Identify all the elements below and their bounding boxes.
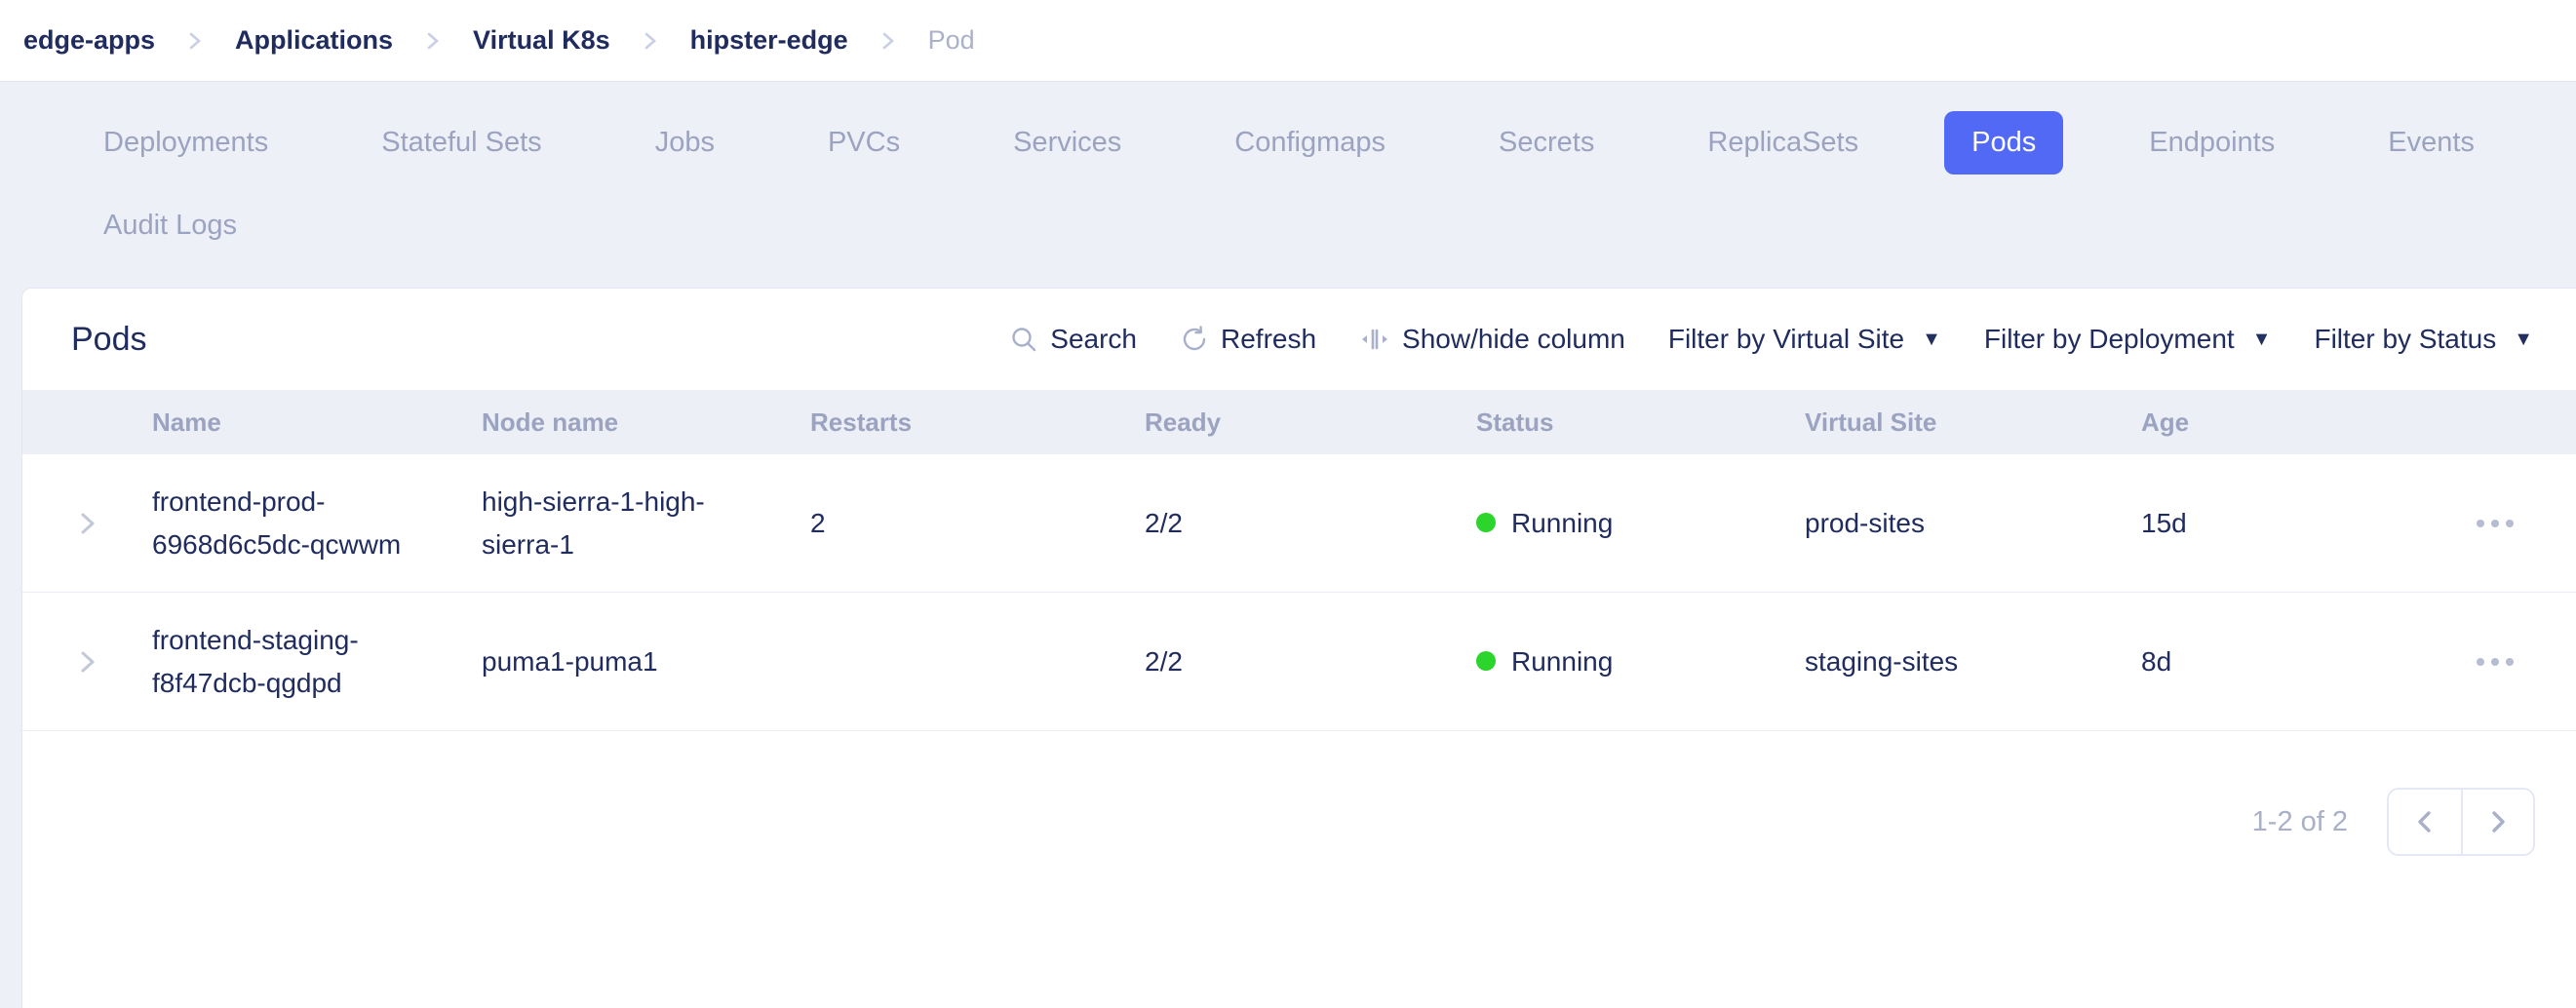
column-header-node-name: Node name: [482, 407, 810, 438]
row-menu-ellipsis-icon[interactable]: [2473, 648, 2517, 676]
caret-down-icon: ▼: [2252, 329, 2272, 351]
tab-replicasets[interactable]: ReplicaSets: [1680, 111, 1886, 174]
breadcrumb-bar: edge-apps Applications Virtual K8s hipst…: [0, 0, 2576, 82]
filter-deployment-dropdown[interactable]: Filter by Deployment ▼: [1984, 324, 2272, 355]
tab-stateful-sets[interactable]: Stateful Sets: [354, 111, 568, 174]
breadcrumb-item-edge-apps[interactable]: edge-apps: [23, 25, 155, 56]
cell-node-name: high-sierra-1-high-sierra-1: [482, 457, 810, 589]
column-header-name: Name: [152, 407, 482, 438]
page-title: Pods: [71, 321, 147, 359]
tab-endpoints[interactable]: Endpoints: [2122, 111, 2302, 174]
cell-restarts: [810, 639, 1145, 685]
search-button[interactable]: Search: [1009, 324, 1137, 355]
tab-jobs[interactable]: Jobs: [628, 111, 742, 174]
previous-page-button[interactable]: [2389, 790, 2461, 854]
pagination: 1-2 of 2: [22, 731, 2576, 856]
row-actions: [2409, 510, 2576, 537]
tab-secrets[interactable]: Secrets: [1471, 111, 1621, 174]
search-icon: [1009, 325, 1038, 354]
expand-row-chevron-icon[interactable]: [22, 647, 152, 677]
refresh-label: Refresh: [1221, 324, 1316, 355]
tab-configmaps[interactable]: Configmaps: [1207, 111, 1413, 174]
tab-audit-logs[interactable]: Audit Logs: [76, 194, 264, 257]
table-header-row: Name Node name Restarts Ready Status Vir…: [22, 390, 2576, 454]
tab-events[interactable]: Events: [2361, 111, 2502, 174]
filter-deployment-label: Filter by Deployment: [1984, 324, 2235, 355]
filter-virtual-site-label: Filter by Virtual Site: [1668, 324, 1904, 355]
table-toolbar: Search Refresh Show/hide column Filter b…: [1009, 324, 2533, 355]
breadcrumb-item-hipster-edge[interactable]: hipster-edge: [690, 25, 848, 56]
cell-status: Running: [1476, 479, 1805, 567]
chevron-right-icon: [881, 30, 895, 52]
cell-age: 8d: [2141, 617, 2409, 706]
expand-row-chevron-icon[interactable]: [22, 509, 152, 538]
tab-services[interactable]: Services: [986, 111, 1149, 174]
tab-pods[interactable]: Pods: [1944, 111, 2063, 174]
status-label: Running: [1511, 640, 1613, 682]
cell-virtual-site: staging-sites: [1805, 617, 2141, 706]
next-page-button[interactable]: [2461, 790, 2533, 854]
refresh-button[interactable]: Refresh: [1180, 324, 1316, 355]
refresh-icon: [1180, 325, 1209, 354]
search-label: Search: [1050, 324, 1137, 355]
breadcrumb-item-virtual-k8s[interactable]: Virtual K8s: [473, 25, 610, 56]
tab-row-1: Deployments Stateful Sets Jobs PVCs Serv…: [76, 111, 2576, 174]
filter-status-dropdown[interactable]: Filter by Status ▼: [2314, 324, 2533, 355]
breadcrumb: edge-apps Applications Virtual K8s hipst…: [23, 25, 975, 56]
column-header-restarts: Restarts: [810, 407, 1145, 438]
cell-virtual-site: prod-sites: [1805, 479, 2141, 567]
breadcrumb-item-pod: Pod: [928, 25, 975, 56]
column-header-status: Status: [1476, 407, 1805, 438]
row-menu-ellipsis-icon[interactable]: [2473, 510, 2517, 537]
table-row: frontend-staging-f8f47dcb-qgdpd puma1-pu…: [22, 593, 2576, 731]
table-row: frontend-prod-6968d6c5dc-qcwwm high-sier…: [22, 454, 2576, 593]
panel-header: Pods Search Refresh Show/hide column: [22, 289, 2576, 390]
filter-status-label: Filter by Status: [2314, 324, 2496, 355]
tab-bar: Deployments Stateful Sets Jobs PVCs Serv…: [0, 82, 2576, 262]
tab-row-2: Audit Logs: [76, 188, 2576, 262]
pagination-controls: [2387, 788, 2535, 856]
caret-down-icon: ▼: [2514, 329, 2533, 351]
filter-virtual-site-dropdown[interactable]: Filter by Virtual Site ▼: [1668, 324, 1941, 355]
chevron-right-icon: [644, 30, 657, 52]
chevron-right-icon: [188, 30, 202, 52]
cell-pod-name: frontend-staging-f8f47dcb-qgdpd: [152, 596, 482, 727]
cell-restarts: 2: [810, 479, 1145, 567]
status-label: Running: [1511, 502, 1613, 544]
cell-age: 15d: [2141, 479, 2409, 567]
cell-ready: 2/2: [1145, 617, 1476, 706]
cell-node-name: puma1-puma1: [482, 617, 810, 706]
pagination-range: 1-2 of 2: [2252, 806, 2348, 838]
status-running-dot: [1476, 513, 1496, 532]
pods-panel: Pods Search Refresh Show/hide column: [21, 288, 2576, 1008]
column-header-virtual-site: Virtual Site: [1805, 407, 2141, 438]
row-actions: [2409, 648, 2576, 676]
column-header-age: Age: [2141, 407, 2409, 438]
cell-pod-name: frontend-prod-6968d6c5dc-qcwwm: [152, 457, 482, 589]
show-hide-column-button[interactable]: Show/hide column: [1359, 324, 1625, 355]
cell-ready: 2/2: [1145, 479, 1476, 567]
breadcrumb-item-applications[interactable]: Applications: [235, 25, 393, 56]
cell-status: Running: [1476, 617, 1805, 706]
tab-pvcs[interactable]: PVCs: [800, 111, 927, 174]
tab-deployments[interactable]: Deployments: [76, 111, 295, 174]
column-header-ready: Ready: [1145, 407, 1476, 438]
caret-down-icon: ▼: [1922, 329, 1941, 351]
status-running-dot: [1476, 651, 1496, 671]
columns-icon: [1359, 325, 1390, 354]
chevron-right-icon: [426, 30, 440, 52]
show-hide-column-label: Show/hide column: [1402, 324, 1625, 355]
